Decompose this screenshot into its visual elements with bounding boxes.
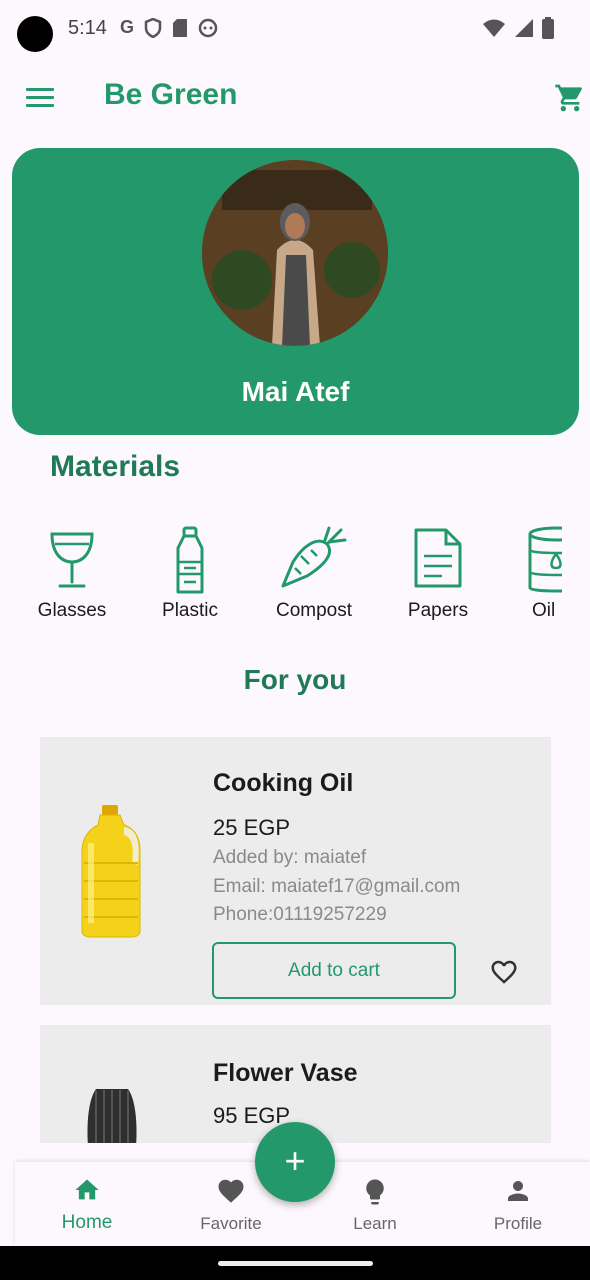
product-phone: Phone:01119257229: [213, 904, 387, 925]
nav-label: Home: [61, 1212, 113, 1233]
wifi-icon: [483, 19, 505, 37]
oil-barrel-icon: [528, 526, 562, 593]
wine-glass-icon: [50, 532, 94, 588]
cart-icon[interactable]: [554, 82, 586, 114]
carrot-icon: [281, 526, 347, 588]
app-title: Be Green: [104, 78, 238, 111]
material-label: Plastic: [162, 600, 218, 621]
flower-vase-image: [87, 1089, 137, 1143]
product-added-by: Added by: maiatef: [213, 847, 367, 868]
materials-title: Materials: [50, 450, 181, 483]
material-compost[interactable]: Compost: [254, 520, 374, 621]
product-email: Email: maiatef17@gmail.com: [213, 876, 461, 897]
profile-card: Mai Atef: [12, 148, 579, 435]
nav-label: Favorite: [200, 1214, 262, 1233]
signal-icon: [515, 19, 533, 37]
material-label: Oil: [532, 600, 556, 621]
materials-list[interactable]: Glasses Plastic Compost Papers Oil: [0, 520, 562, 630]
product-price: 25 EGP: [213, 815, 291, 840]
person-icon: [508, 1181, 528, 1201]
document-icon: [414, 528, 462, 588]
add-to-cart-button[interactable]: Add to cart: [212, 942, 456, 999]
status-bar: 5:14 G: [0, 0, 590, 60]
nav-label: Profile: [493, 1214, 543, 1233]
favorite-heart-icon[interactable]: [488, 957, 520, 987]
bottle-icon: [176, 526, 204, 594]
material-label: Papers: [407, 600, 469, 621]
profile-name: Mai Atef: [241, 376, 350, 407]
status-notification-icons: G: [120, 17, 218, 38]
nav-home[interactable]: Home: [15, 1162, 159, 1246]
camera-cutout: [17, 16, 53, 52]
cooking-oil-image: [81, 805, 141, 938]
for-you-title: For you: [243, 664, 347, 695]
shield-icon: [144, 17, 162, 38]
sd-card-icon: [173, 18, 188, 37]
add-fab-button[interactable]: +: [255, 1122, 335, 1202]
lightbulb-icon: [366, 1179, 384, 1205]
home-icon: [75, 1179, 99, 1200]
google-icon: G: [120, 17, 135, 37]
material-label: Compost: [275, 600, 353, 621]
product-name: Flower Vase: [213, 1059, 358, 1087]
status-system-icons: [482, 17, 554, 39]
nav-label: Learn: [353, 1214, 397, 1233]
material-oil[interactable]: Oil: [490, 520, 562, 621]
avatar[interactable]: [202, 160, 388, 346]
nav-profile[interactable]: Profile: [446, 1162, 590, 1246]
app-bar: Be Green: [0, 60, 590, 134]
android-face-icon: [198, 18, 218, 37]
heart-icon: [218, 1179, 244, 1203]
menu-icon[interactable]: [26, 88, 54, 108]
material-label: Glasses: [37, 600, 107, 621]
avatar-photo: [202, 160, 388, 346]
material-plastic[interactable]: Plastic: [130, 520, 250, 621]
gesture-bar: [0, 1246, 590, 1280]
battery-icon: [542, 17, 554, 39]
product-card[interactable]: Cooking Oil 25 EGP Added by: maiatef Ema…: [40, 737, 551, 1005]
home-gesture-handle[interactable]: [218, 1261, 373, 1266]
material-papers[interactable]: Papers: [378, 520, 498, 621]
material-glasses[interactable]: Glasses: [12, 520, 132, 621]
product-name: Cooking Oil: [213, 769, 354, 797]
status-time: 5:14: [68, 17, 107, 39]
